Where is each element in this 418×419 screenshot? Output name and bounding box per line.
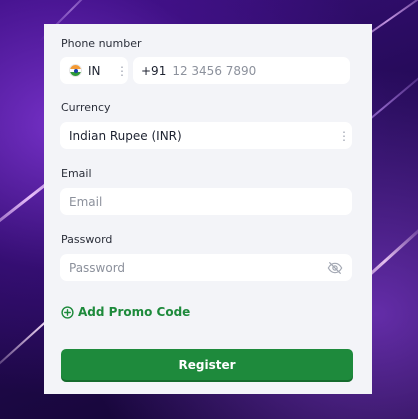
phone-label: Phone number	[61, 37, 142, 50]
country-code: IN	[88, 63, 101, 78]
email-field[interactable]	[60, 188, 352, 215]
phone-field[interactable]: +91	[133, 57, 350, 84]
promo-link-label: Add Promo Code	[78, 305, 191, 319]
add-promo-code-link[interactable]: Add Promo Code	[61, 305, 190, 319]
registration-form: Phone number IN ⋮ +91 Currency Indian Ru…	[44, 24, 372, 394]
password-label: Password	[61, 233, 113, 246]
password-input[interactable]	[69, 260, 327, 275]
email-label: Email	[61, 167, 92, 180]
currency-select[interactable]: Indian Rupee (INR) ⋮	[60, 122, 352, 149]
currency-label: Currency	[61, 101, 111, 114]
currency-value: Indian Rupee (INR)	[69, 128, 182, 143]
password-field[interactable]	[60, 254, 352, 281]
eye-slash-icon[interactable]	[327, 260, 343, 276]
phone-input[interactable]	[172, 63, 342, 78]
dial-prefix: +91	[141, 63, 167, 78]
country-code-selector[interactable]: IN ⋮	[60, 57, 128, 84]
register-button[interactable]: Register	[61, 349, 353, 380]
email-input[interactable]	[69, 194, 343, 209]
kebab-menu-icon: ⋮	[338, 128, 350, 143]
kebab-menu-icon: ⋮	[116, 63, 128, 78]
plus-circle-icon	[61, 305, 74, 319]
india-flag-icon	[69, 64, 82, 77]
